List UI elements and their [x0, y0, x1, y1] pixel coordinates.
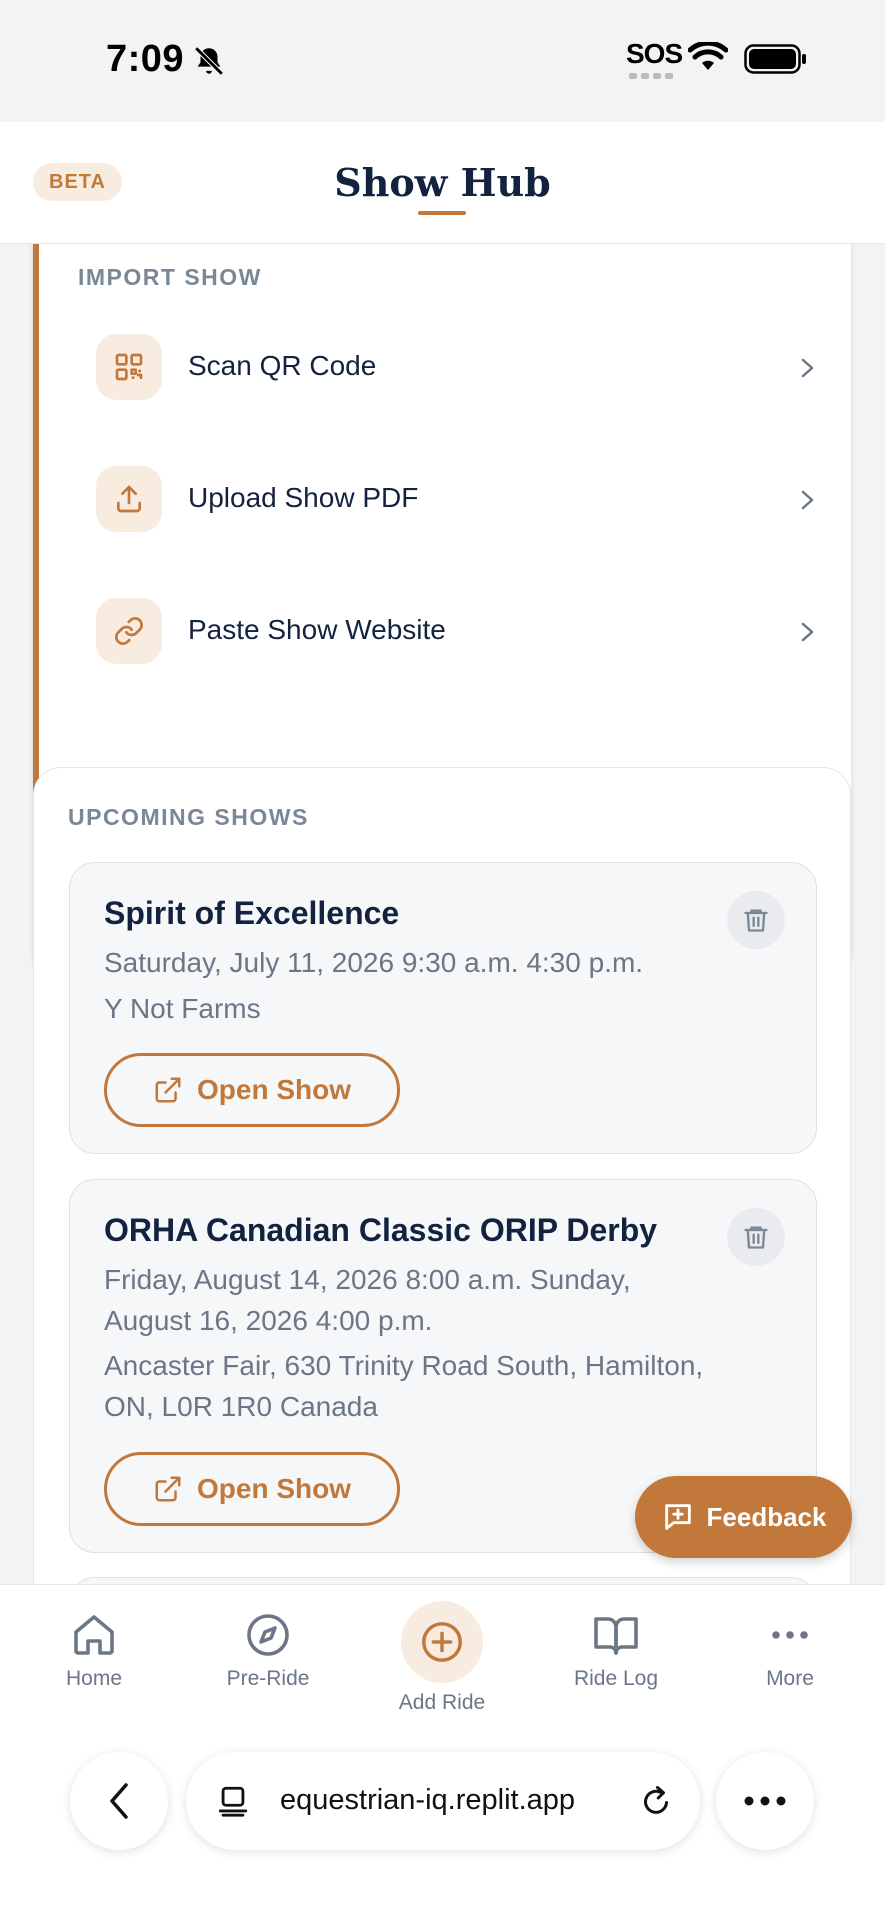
signal-dots-icon	[629, 73, 673, 79]
show-title: Spirit of Excellence	[104, 895, 400, 931]
home-icon	[74, 1615, 114, 1655]
trash-icon	[744, 909, 768, 932]
delete-show-button[interactable]	[727, 891, 785, 949]
add-ride-circle	[401, 1601, 483, 1683]
show-dates: Friday, August 14, 2026 8:00 a.m. Sunday…	[104, 1264, 631, 1336]
show-location: Y Not Farms	[104, 993, 261, 1024]
nav-ride-log-label: Ride Log	[573, 1667, 659, 1690]
url-text: equestrian-iq.replit.app	[280, 1784, 576, 1816]
chevron-right-icon	[801, 358, 814, 378]
carrier-sos: SOS	[626, 38, 683, 69]
nav-more[interactable]: More	[720, 1611, 860, 1691]
import-show-label: IMPORT SHOW	[78, 264, 262, 290]
compass-icon	[247, 1614, 289, 1656]
book-icon	[594, 1617, 638, 1655]
browser-more-button[interactable]	[716, 1752, 814, 1850]
browser-url-bar[interactable]: equestrian-iq.replit.app	[186, 1752, 700, 1850]
bell-slash-icon	[194, 46, 224, 76]
nav-add-ride-label: Add Ride	[398, 1691, 486, 1714]
external-link-icon	[155, 1476, 181, 1502]
upload-show-pdf-option[interactable]: Upload Show PDF	[96, 444, 826, 554]
title-underline	[418, 211, 466, 215]
external-link-icon	[155, 1077, 181, 1103]
feedback-label: Feedback	[706, 1501, 827, 1532]
chevron-right-icon	[801, 622, 814, 642]
feedback-button[interactable]: Feedback	[635, 1476, 852, 1558]
wifi-icon	[688, 42, 728, 70]
plus-circle-icon	[422, 1622, 462, 1662]
page-title: Show Hub	[334, 160, 551, 205]
show-card: Spirit of Excellence Saturday, July 11, …	[69, 862, 817, 1154]
page-icon	[218, 1786, 248, 1817]
app-header: BETA Show Hub	[0, 122, 885, 244]
paste-show-website-label: Paste Show Website	[188, 614, 446, 645]
delete-show-button[interactable]	[727, 1208, 785, 1266]
nav-home[interactable]: Home	[24, 1611, 164, 1691]
more-icon	[772, 1631, 808, 1639]
browser-back-button[interactable]	[70, 1752, 168, 1850]
open-show-button[interactable]: Open Show	[104, 1452, 400, 1526]
reload-icon[interactable]	[638, 1782, 674, 1820]
show-card	[69, 1577, 817, 1584]
show-dates: Saturday, July 11, 2026 9:30 a.m. 4:30 p…	[104, 947, 644, 978]
message-plus-icon	[664, 1504, 691, 1530]
chevron-left-icon	[110, 1783, 128, 1819]
nav-ride-log[interactable]: Ride Log	[546, 1611, 686, 1691]
nav-more-label: More	[766, 1667, 814, 1690]
open-show-label: Open Show	[197, 1074, 351, 1105]
nav-home-label: Home	[65, 1667, 123, 1690]
open-show-label: Open Show	[197, 1473, 351, 1504]
upcoming-shows-card: UPCOMING SHOWS Spirit of Excellence Satu…	[33, 767, 851, 1584]
scan-qr-code-option[interactable]: Scan QR Code	[96, 312, 826, 422]
upload-show-pdf-label: Upload Show PDF	[188, 482, 419, 513]
open-show-button[interactable]: Open Show	[104, 1053, 400, 1127]
nav-pre-ride-label: Pre-Ride	[226, 1667, 310, 1690]
show-title: ORHA Canadian Classic ORIP Derby	[104, 1212, 658, 1248]
main-content[interactable]: IMPORT SHOW Scan QR Code Upload Show PDF…	[0, 244, 885, 1584]
link-icon	[96, 598, 162, 664]
qr-code-icon	[96, 334, 162, 400]
chevron-right-icon	[801, 490, 814, 510]
upload-icon	[96, 466, 162, 532]
show-location: Ancaster Fair, 630 Trinity Road South, H…	[104, 1350, 704, 1422]
nav-add-ride[interactable]: Add Ride	[372, 1601, 512, 1715]
battery-icon	[744, 44, 806, 74]
trash-icon	[744, 1226, 768, 1249]
status-time: 7:09	[106, 38, 185, 80]
more-icon	[744, 1796, 786, 1806]
scan-qr-code-label: Scan QR Code	[188, 350, 377, 381]
upcoming-shows-label: UPCOMING SHOWS	[68, 804, 309, 830]
paste-show-website-option[interactable]: Paste Show Website	[96, 576, 826, 686]
status-bar: 7:09 SOS	[0, 0, 885, 122]
nav-pre-ride[interactable]: Pre-Ride	[198, 1611, 338, 1691]
